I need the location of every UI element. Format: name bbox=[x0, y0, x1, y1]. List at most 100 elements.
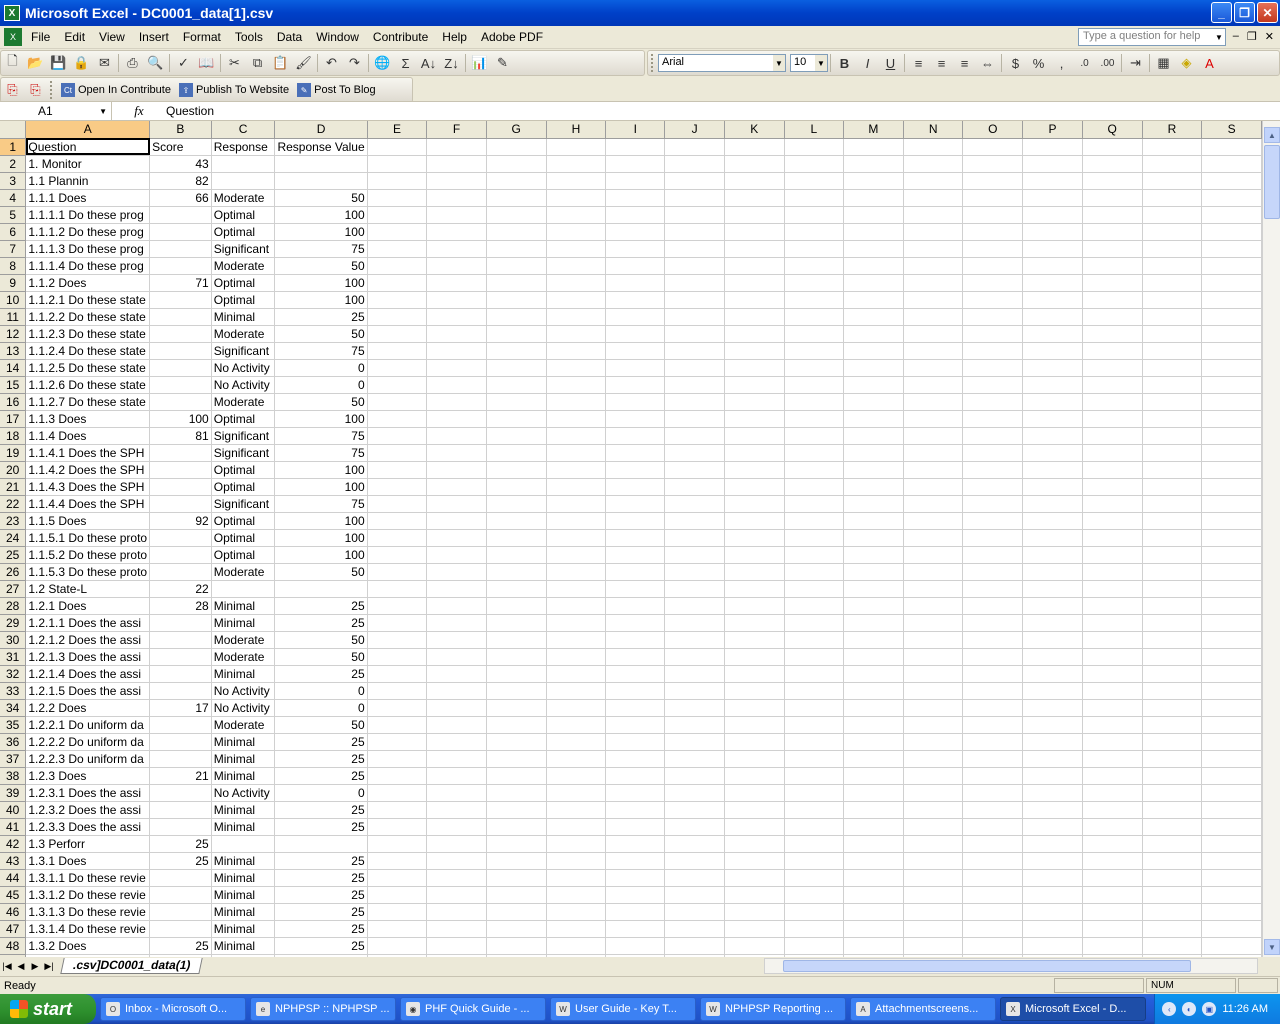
cell-s25[interactable] bbox=[1201, 546, 1262, 564]
cell-i45[interactable] bbox=[605, 886, 666, 904]
row-header[interactable]: 39 bbox=[0, 784, 27, 802]
cell-m7[interactable] bbox=[843, 240, 904, 258]
cell-l5[interactable] bbox=[784, 206, 845, 224]
menu-edit[interactable]: Edit bbox=[57, 30, 92, 44]
cell-a44[interactable]: 1.3.1.1 Do these revie bbox=[25, 869, 151, 887]
cell-c6[interactable]: Optimal bbox=[211, 223, 276, 241]
cell-s40[interactable] bbox=[1201, 801, 1262, 819]
cell-k31[interactable] bbox=[724, 648, 785, 666]
cell-k28[interactable] bbox=[724, 597, 785, 615]
cell-q18[interactable] bbox=[1082, 427, 1143, 445]
cell-c10[interactable]: Optimal bbox=[211, 291, 276, 309]
cell-s12[interactable] bbox=[1201, 325, 1262, 343]
cell-r11[interactable] bbox=[1142, 308, 1203, 326]
cell-n38[interactable] bbox=[903, 767, 964, 785]
cell-a15[interactable]: 1.1.2.6 Do these state bbox=[25, 376, 151, 394]
maximize-button[interactable]: ❐ bbox=[1234, 2, 1255, 23]
tray-expand-icon[interactable]: ‹ bbox=[1162, 1002, 1177, 1016]
cell-i36[interactable] bbox=[605, 733, 666, 751]
cell-p17[interactable] bbox=[1022, 410, 1083, 428]
cell-b11[interactable] bbox=[149, 308, 212, 326]
cell-m21[interactable] bbox=[843, 478, 904, 496]
cell-c36[interactable]: Minimal bbox=[211, 733, 276, 751]
cell-j35[interactable] bbox=[664, 716, 725, 734]
cell-o40[interactable] bbox=[962, 801, 1024, 819]
cell-o27[interactable] bbox=[962, 580, 1024, 598]
cell-i6[interactable] bbox=[605, 223, 666, 241]
cell-i40[interactable] bbox=[605, 801, 666, 819]
row-header[interactable]: 40 bbox=[0, 801, 27, 819]
cell-r28[interactable] bbox=[1142, 597, 1203, 615]
cell-q11[interactable] bbox=[1082, 308, 1143, 326]
cell-q9[interactable] bbox=[1082, 274, 1143, 292]
cell-d13[interactable]: 75 bbox=[274, 342, 368, 360]
cell-a16[interactable]: 1.1.2.7 Do these state bbox=[25, 393, 151, 411]
cell-l20[interactable] bbox=[784, 461, 845, 479]
close-button[interactable]: ✕ bbox=[1257, 2, 1278, 23]
cell-k14[interactable] bbox=[724, 359, 785, 377]
cell-h40[interactable] bbox=[546, 801, 607, 819]
cell-f43[interactable] bbox=[426, 852, 487, 870]
cell-d33[interactable]: 0 bbox=[274, 682, 368, 700]
cell-l39[interactable] bbox=[784, 784, 845, 802]
cell-i31[interactable] bbox=[605, 648, 666, 666]
cell-j9[interactable] bbox=[664, 274, 725, 292]
cell-h29[interactable] bbox=[546, 614, 607, 632]
cell-c11[interactable]: Minimal bbox=[211, 308, 276, 326]
cell-q10[interactable] bbox=[1082, 291, 1143, 309]
row-header[interactable]: 27 bbox=[0, 580, 27, 598]
cell-l10[interactable] bbox=[784, 291, 845, 309]
cell-j1[interactable] bbox=[664, 138, 725, 156]
cell-q33[interactable] bbox=[1082, 682, 1143, 700]
sheet-tab[interactable]: .csv]DC0001_data(1) bbox=[60, 958, 204, 974]
cell-r5[interactable] bbox=[1142, 206, 1203, 224]
cell-m47[interactable] bbox=[843, 920, 904, 938]
cell-g14[interactable] bbox=[486, 359, 547, 377]
cell-f8[interactable] bbox=[426, 257, 487, 275]
cell-i42[interactable] bbox=[605, 835, 666, 853]
cell-f47[interactable] bbox=[426, 920, 487, 938]
cell-s18[interactable] bbox=[1201, 427, 1262, 445]
cell-r7[interactable] bbox=[1142, 240, 1203, 258]
cell-q24[interactable] bbox=[1082, 529, 1143, 547]
cell-a14[interactable]: 1.1.2.5 Do these state bbox=[25, 359, 151, 377]
cell-j32[interactable] bbox=[664, 665, 725, 683]
cell-h46[interactable] bbox=[546, 903, 607, 921]
cell-b18[interactable]: 81 bbox=[149, 427, 212, 445]
cell-e29[interactable] bbox=[367, 614, 428, 632]
cell-o22[interactable] bbox=[962, 495, 1024, 513]
cell-s37[interactable] bbox=[1201, 750, 1262, 768]
cell-a42[interactable]: 1.3 Perforr bbox=[25, 835, 151, 853]
cell-q16[interactable] bbox=[1082, 393, 1143, 411]
row-header[interactable]: 10 bbox=[0, 291, 27, 309]
cell-m36[interactable] bbox=[843, 733, 904, 751]
cell-l29[interactable] bbox=[784, 614, 845, 632]
cell-s47[interactable] bbox=[1201, 920, 1262, 938]
cell-j29[interactable] bbox=[664, 614, 725, 632]
cell-m37[interactable] bbox=[843, 750, 904, 768]
cell-g39[interactable] bbox=[486, 784, 547, 802]
cell-n44[interactable] bbox=[903, 869, 964, 887]
cell-a27[interactable]: 1.2 State-L bbox=[25, 580, 151, 598]
cell-m4[interactable] bbox=[843, 189, 904, 207]
cell-j48[interactable] bbox=[664, 937, 725, 955]
cell-d21[interactable]: 100 bbox=[274, 478, 368, 496]
row-header[interactable]: 17 bbox=[0, 410, 27, 428]
cell-d38[interactable]: 25 bbox=[274, 767, 368, 785]
align-center-icon[interactable]: ≡ bbox=[930, 52, 953, 74]
cell-c37[interactable]: Minimal bbox=[211, 750, 276, 768]
cell-b45[interactable] bbox=[149, 886, 212, 904]
cell-m34[interactable] bbox=[843, 699, 904, 717]
cell-g17[interactable] bbox=[486, 410, 547, 428]
cell-a7[interactable]: 1.1.1.3 Do these prog bbox=[25, 240, 151, 258]
cell-h2[interactable] bbox=[546, 155, 607, 173]
menu-data[interactable]: Data bbox=[270, 30, 309, 44]
cell-k44[interactable] bbox=[724, 869, 785, 887]
cell-r29[interactable] bbox=[1142, 614, 1203, 632]
cell-k38[interactable] bbox=[724, 767, 785, 785]
cell-o24[interactable] bbox=[962, 529, 1024, 547]
cell-i24[interactable] bbox=[605, 529, 666, 547]
menu-tools[interactable]: Tools bbox=[228, 30, 270, 44]
cell-n43[interactable] bbox=[903, 852, 964, 870]
cell-s26[interactable] bbox=[1201, 563, 1262, 581]
